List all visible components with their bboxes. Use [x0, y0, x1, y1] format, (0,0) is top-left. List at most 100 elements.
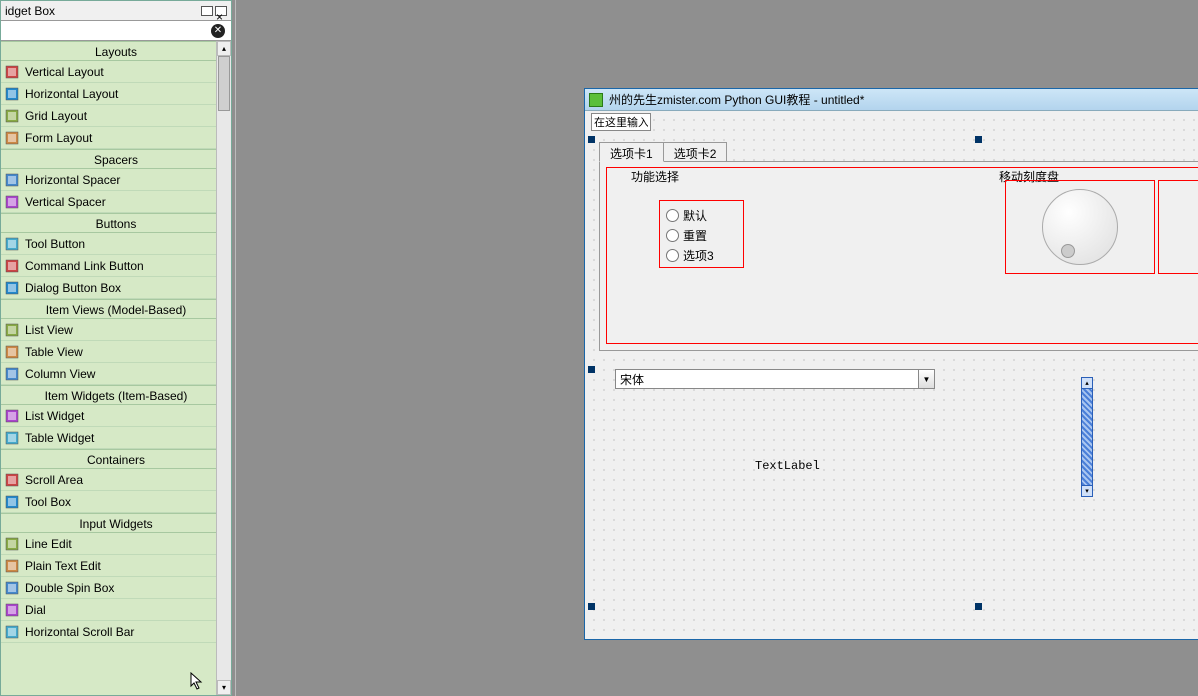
- widget-item-label: Tool Box: [25, 495, 71, 509]
- widget-item-label: Double Spin Box: [25, 581, 114, 595]
- widget-item-label: Vertical Spacer: [25, 195, 106, 209]
- widget-item[interactable]: List Widget: [1, 405, 231, 427]
- sidebar-scrollbar[interactable]: ▴ ▾: [216, 41, 231, 695]
- tab-2[interactable]: 选项卡2: [663, 142, 728, 162]
- widget-item-label: Vertical Layout: [25, 65, 104, 79]
- chevron-down-icon[interactable]: ▼: [918, 370, 934, 388]
- sel-handle[interactable]: [975, 603, 982, 610]
- widget-item[interactable]: Table Widget: [1, 427, 231, 449]
- lineedit-input[interactable]: [591, 113, 651, 131]
- widget-item[interactable]: Command Link Button: [1, 255, 231, 277]
- scroll-up-button[interactable]: ▴: [217, 41, 231, 56]
- preview-window: 州的先生zmister.com Python GUI教程 - untitled*…: [584, 88, 1198, 640]
- widget-icon: [5, 603, 19, 617]
- widget-item[interactable]: Dialog Button Box: [1, 277, 231, 299]
- widget-item[interactable]: Tool Button: [1, 233, 231, 255]
- dial-widget[interactable]: [1042, 189, 1118, 265]
- widget-item-label: Command Link Button: [25, 259, 144, 273]
- widget-item-label: List Widget: [25, 409, 84, 423]
- groupbox-left[interactable]: 功能选择 默认 重置 选项3: [619, 176, 974, 336]
- widget-item[interactable]: Column View: [1, 363, 231, 385]
- widget-icon: [5, 559, 19, 573]
- widget-item[interactable]: Scroll Area: [1, 469, 231, 491]
- clear-filter-icon[interactable]: ✕: [211, 24, 225, 38]
- sel-handle[interactable]: [588, 603, 595, 610]
- widget-item[interactable]: List View: [1, 319, 231, 341]
- widget-item-label: List View: [25, 323, 73, 337]
- radio-reset[interactable]: 重置: [666, 225, 737, 245]
- widget-item[interactable]: Line Edit: [1, 533, 231, 555]
- widget-icon: [5, 537, 19, 551]
- widget-icon: [5, 323, 19, 337]
- vscroll-up[interactable]: ▴: [1081, 377, 1093, 389]
- dial-container[interactable]: [1005, 180, 1155, 274]
- widget-icon: [5, 625, 19, 639]
- widget-icon: [5, 345, 19, 359]
- widget-icon: [5, 173, 19, 187]
- widget-item[interactable]: Table View: [1, 341, 231, 363]
- widget-icon: [5, 195, 19, 209]
- category-header[interactable]: Input Widgets: [1, 513, 231, 533]
- form-body[interactable]: 选项卡1 选项卡2 功能选择 默认 重置 选项3: [585, 111, 1198, 639]
- lcd-container[interactable]: [1158, 180, 1198, 274]
- category-header[interactable]: Layouts: [1, 41, 231, 61]
- widget-item[interactable]: Dial: [1, 599, 231, 621]
- widget-box-filter-row: ✕: [1, 21, 231, 41]
- dock-close-icon[interactable]: ×: [215, 6, 227, 16]
- radio-container[interactable]: 默认 重置 选项3: [659, 200, 744, 268]
- sel-handle[interactable]: [588, 136, 595, 143]
- vertical-scrollbar-widget[interactable]: ▴ ▾: [1081, 377, 1093, 497]
- category-header[interactable]: Item Views (Model-Based): [1, 299, 231, 319]
- widget-item-label: Table View: [25, 345, 83, 359]
- widget-item[interactable]: Horizontal Scroll Bar: [1, 621, 231, 643]
- scroll-thumb[interactable]: [218, 56, 230, 111]
- radio-option3[interactable]: 选项3: [666, 245, 737, 265]
- widget-icon: [5, 431, 19, 445]
- widget-item-label: Line Edit: [25, 537, 72, 551]
- font-combobox[interactable]: 宋体 ▼: [615, 369, 935, 389]
- preview-titlebar[interactable]: 州的先生zmister.com Python GUI教程 - untitled*…: [585, 89, 1198, 111]
- tab-widget[interactable]: 选项卡1 选项卡2 功能选择 默认 重置 选项3: [599, 141, 1198, 351]
- dock-float-icon[interactable]: [201, 6, 213, 16]
- widget-item-label: Tool Button: [25, 237, 85, 251]
- widget-icon: [5, 409, 19, 423]
- widget-item[interactable]: Vertical Layout: [1, 61, 231, 83]
- widget-item[interactable]: Horizontal Layout: [1, 83, 231, 105]
- widget-icon: [5, 495, 19, 509]
- widget-item-label: Horizontal Spacer: [25, 173, 120, 187]
- category-header[interactable]: Buttons: [1, 213, 231, 233]
- tab-content: 功能选择 默认 重置 选项3 移动刻度盘: [599, 161, 1198, 351]
- widget-item[interactable]: Double Spin Box: [1, 577, 231, 599]
- widget-icon: [5, 237, 19, 251]
- widget-item[interactable]: Plain Text Edit: [1, 555, 231, 577]
- widget-box-title: idget Box: [5, 1, 55, 21]
- widget-item-label: Grid Layout: [25, 109, 87, 123]
- scroll-down-button[interactable]: ▾: [217, 680, 231, 695]
- outer-groupbox[interactable]: 功能选择 默认 重置 选项3 移动刻度盘: [606, 167, 1198, 344]
- text-label[interactable]: TextLabel: [755, 459, 820, 473]
- widget-item-label: Horizontal Scroll Bar: [25, 625, 134, 639]
- dial-indicator: [1061, 244, 1075, 258]
- widget-item[interactable]: Tool Box: [1, 491, 231, 513]
- widget-icon: [5, 367, 19, 381]
- combo-value: 宋体: [616, 371, 918, 388]
- widget-item[interactable]: Form Layout: [1, 127, 231, 149]
- groupbox-right[interactable]: 移动刻度盘: [987, 176, 1198, 336]
- widget-item-label: Dial: [25, 603, 46, 617]
- sel-handle[interactable]: [588, 366, 595, 373]
- widget-item[interactable]: Horizontal Spacer: [1, 169, 231, 191]
- widget-item[interactable]: Vertical Spacer: [1, 191, 231, 213]
- widget-item-label: Horizontal Layout: [25, 87, 118, 101]
- design-canvas[interactable]: 州的先生zmister.com Python GUI教程 - untitled*…: [232, 0, 1198, 696]
- category-header[interactable]: Containers: [1, 449, 231, 469]
- tab-1[interactable]: 选项卡1: [599, 142, 664, 162]
- category-header[interactable]: Item Widgets (Item-Based): [1, 385, 231, 405]
- widget-icon: [5, 259, 19, 273]
- widget-box-panel: idget Box × ✕ Layouts Vertical Layout Hori…: [0, 0, 232, 696]
- widget-box-titlebar[interactable]: idget Box ×: [1, 1, 231, 21]
- category-header[interactable]: Spacers: [1, 149, 231, 169]
- widget-item[interactable]: Grid Layout: [1, 105, 231, 127]
- vscroll-down[interactable]: ▾: [1081, 485, 1093, 497]
- radio-default[interactable]: 默认: [666, 205, 737, 225]
- widget-item-label: Dialog Button Box: [25, 281, 121, 295]
